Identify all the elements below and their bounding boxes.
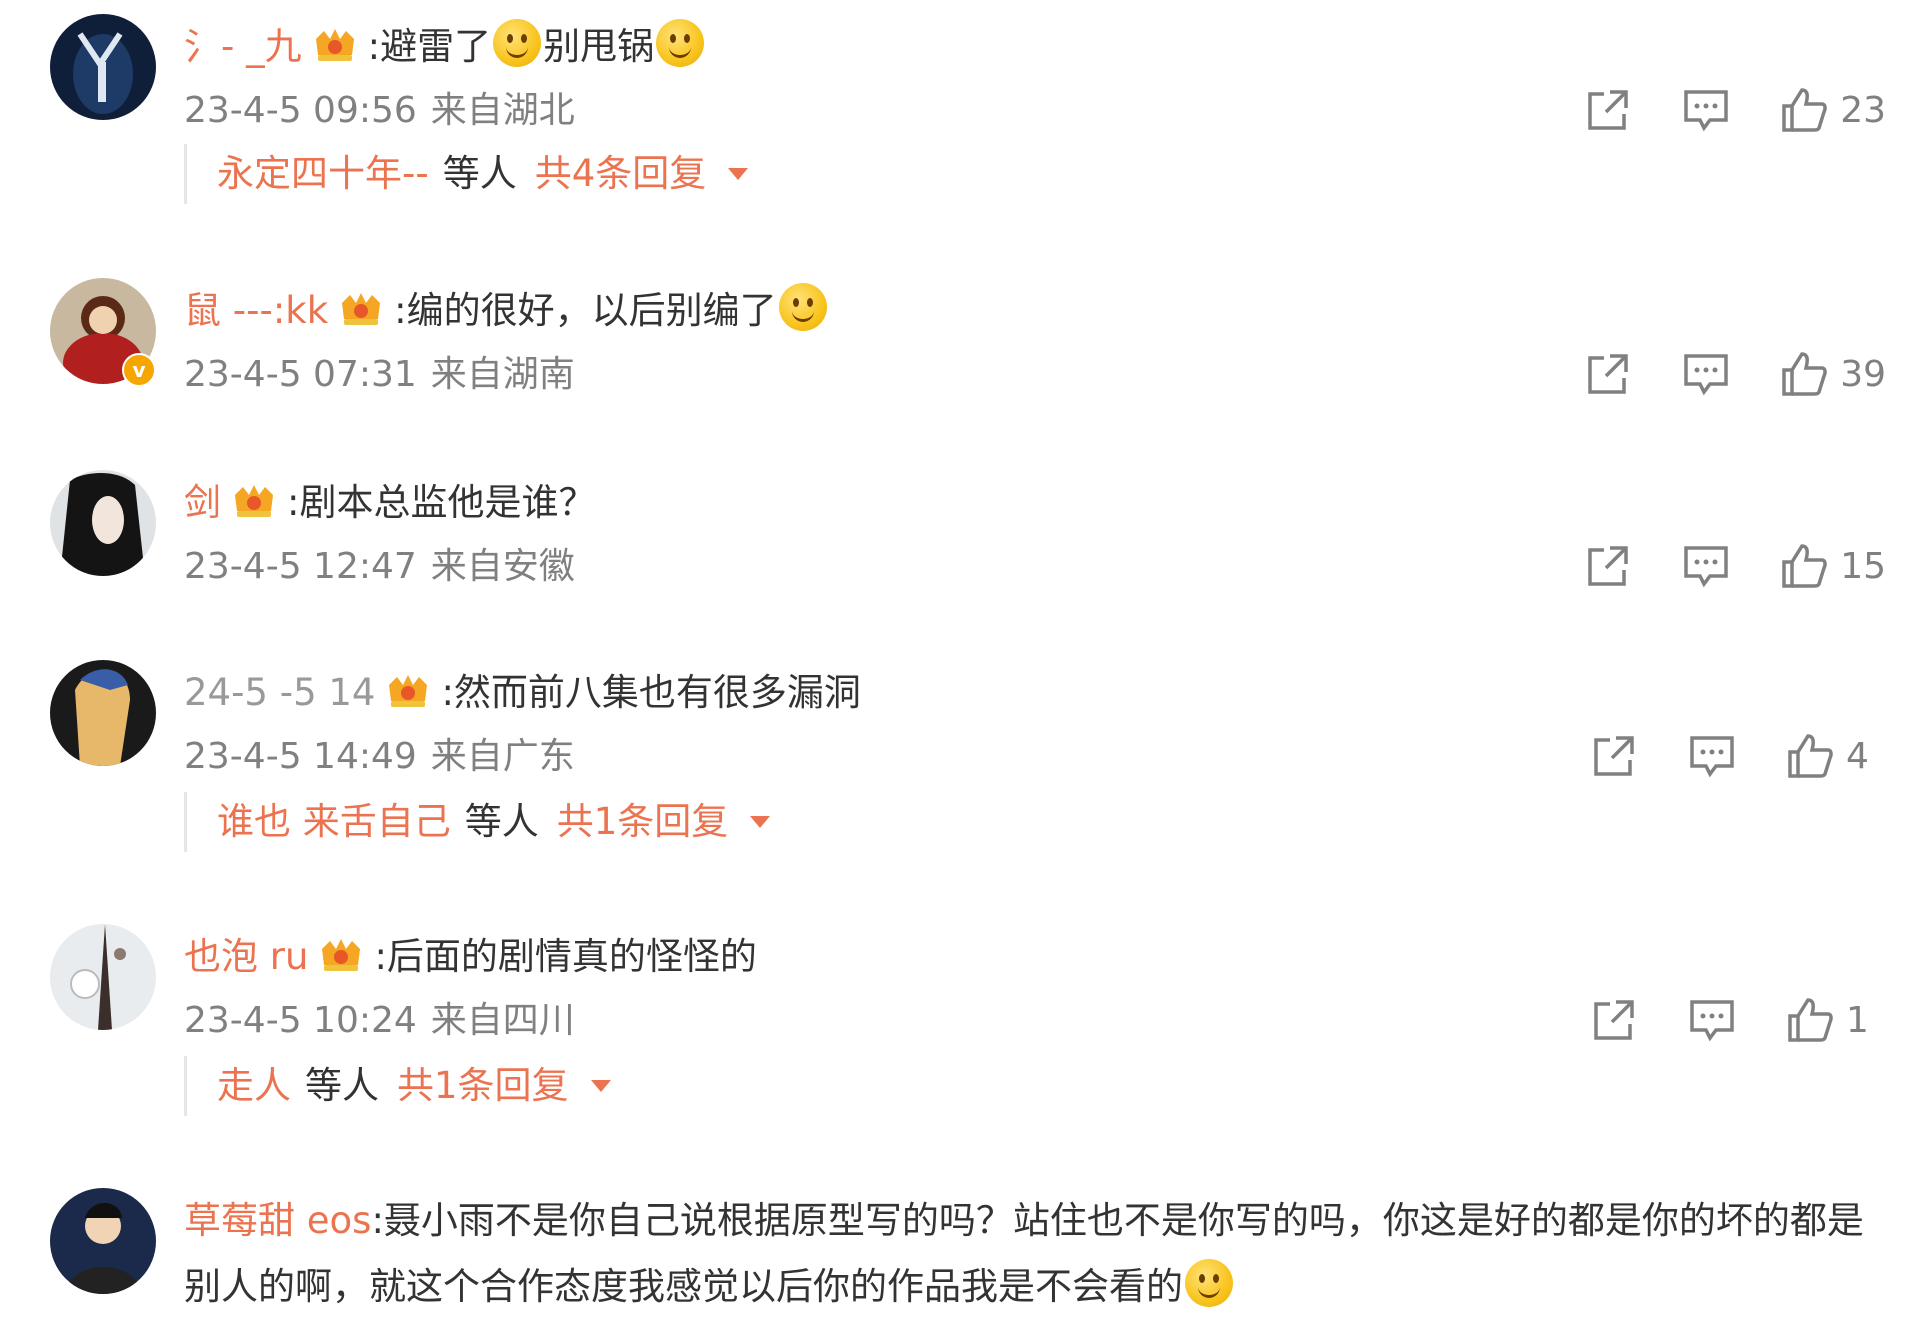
comment-icon[interactable] <box>1686 730 1738 782</box>
share-icon[interactable] <box>1588 994 1640 1046</box>
comment-actions: 15 <box>1582 538 1886 594</box>
username-link[interactable]: 也泡 ru <box>184 935 308 978</box>
username-link[interactable]: 剑 <box>184 481 221 524</box>
reply-etc-label: 等人 <box>305 1064 379 1107</box>
timestamp: 23-4-5 10:24 <box>184 1000 417 1041</box>
smile-emoji-icon <box>656 19 705 67</box>
reply-etc-label: 等人 <box>442 152 517 195</box>
reply-user-names[interactable]: 永定四十年-- <box>217 152 429 195</box>
reply-summary[interactable]: 走人 等人 共1条回复 <box>184 1056 611 1116</box>
thumbs-up-icon[interactable] <box>1784 730 1836 782</box>
crown-badge-icon <box>231 476 277 517</box>
comment-content: 剑 :剧本总监他是谁？ <box>184 470 1884 536</box>
timestamp: 23-4-5 09:56 <box>184 90 417 131</box>
thumbs-up-icon[interactable] <box>1778 348 1830 400</box>
thumbs-up-icon[interactable] <box>1778 540 1830 592</box>
like-count: 39 <box>1840 353 1886 395</box>
reply-total-link[interactable]: 共1条回复 <box>397 1064 569 1107</box>
timestamp: 23-4-5 07:31 <box>184 354 417 395</box>
reply-etc-label: 等人 <box>464 800 539 843</box>
comment-actions: 1 <box>1588 992 1886 1048</box>
reply-summary[interactable]: 谁也 来舌自己 等人 共1条回复 <box>184 792 771 852</box>
crown-badge-icon <box>312 20 358 61</box>
comment-meta: 23-4-5 12:47 来自安徽 <box>184 542 575 592</box>
comment-icon[interactable] <box>1680 348 1732 400</box>
comment-item: 草莓甜 eos:聂小雨不是你自己说根据原型写的吗？站住也不是你写的吗，你这是好的… <box>0 1188 1920 1326</box>
comment-content: 也泡 ru :后面的剧情真的怪怪的 <box>184 924 1884 990</box>
crown-badge-icon <box>385 666 431 707</box>
crown-badge-icon <box>338 284 384 325</box>
comment-item: 氵- _九 :避雷了 别甩锅 23-4-5 09:56 来自湖北 23 永定四十年--… <box>0 14 1920 224</box>
comment-meta: 23-4-5 10:24 来自四川 <box>184 996 575 1046</box>
location: 来自广东 <box>430 736 575 777</box>
comment-item: 剑 :剧本总监他是谁？ 23-4-5 12:47 来自安徽 15 <box>0 470 1920 620</box>
comment-text: :编的很好，以后别编了 <box>394 289 777 332</box>
comment-list: 氵- _九 :避雷了 别甩锅 23-4-5 09:56 来自湖北 23 永定四十年--… <box>0 0 1920 1326</box>
comment-icon[interactable] <box>1680 84 1732 136</box>
timestamp: 23-4-5 12:47 <box>184 546 417 587</box>
chevron-down-icon[interactable] <box>750 816 771 828</box>
comment-actions: 4 <box>1588 728 1886 784</box>
comment-icon[interactable] <box>1686 994 1738 1046</box>
comment-meta: 23-4-5 09:56 来自湖北 <box>184 86 575 136</box>
thumbs-up-icon[interactable] <box>1778 84 1830 136</box>
reply-user-names[interactable]: 谁也 来舌自己 <box>217 800 451 843</box>
username-link[interactable]: 24-5 -5 14 <box>184 671 375 714</box>
reply-total-link[interactable]: 共4条回复 <box>535 152 707 195</box>
comment-content: 鼠 ---:kk :编的很好，以后别编了 <box>184 278 1884 344</box>
comment-content: 氵- _九 :避雷了 别甩锅 <box>184 14 1884 80</box>
comment-item: 24-5 -5 14:然而前八集也有很多漏洞 23-4-5 14:49 来自广东 … <box>0 660 1920 880</box>
comment-text: :避雷了 <box>367 25 492 68</box>
avatar[interactable] <box>50 924 156 1030</box>
comment-item: v 鼠 ---:kk :编的很好，以后别编了 23-4-5 07:31 来自湖南 3… <box>0 278 1920 428</box>
verified-badge-icon: v <box>122 353 156 387</box>
comment-content: 24-5 -5 14 :然而前八集也有很多漏洞 <box>184 660 1884 726</box>
avatar[interactable] <box>50 660 156 766</box>
reply-total-link[interactable]: 共1条回复 <box>557 800 729 843</box>
username-link[interactable]: 氵- _九 <box>184 25 302 68</box>
comment-text: :剧本总监他是谁？ <box>287 481 596 524</box>
avatar[interactable] <box>50 470 156 576</box>
comment-content: 草莓甜 eos:聂小雨不是你自己说根据原型写的吗？站住也不是你写的吗，你这是好的… <box>184 1188 1900 1320</box>
laugh-emoji-icon <box>1185 1259 1233 1307</box>
comment-text: :聂小雨不是你自己说根据原型写的吗？站住也不是你写的吗，你这是好的都是你的坏的都… <box>184 1199 1864 1308</box>
avatar[interactable] <box>50 14 156 120</box>
location: 来自湖北 <box>430 90 575 131</box>
smile-emoji-icon <box>493 19 542 67</box>
thumbs-up-icon[interactable] <box>1784 994 1836 1046</box>
reply-summary[interactable]: 永定四十年-- 等人 共4条回复 <box>184 144 749 204</box>
share-icon[interactable] <box>1588 730 1640 782</box>
share-icon[interactable] <box>1582 540 1634 592</box>
location: 来自安徽 <box>430 546 575 587</box>
share-icon[interactable] <box>1582 84 1634 136</box>
like-count: 1 <box>1846 999 1869 1041</box>
like-count: 4 <box>1846 735 1869 777</box>
location: 来自四川 <box>430 1000 575 1041</box>
reply-user-names[interactable]: 走人 <box>217 1064 291 1107</box>
comment-actions: 23 <box>1582 82 1886 138</box>
crown-badge-icon <box>318 930 364 971</box>
comment-icon[interactable] <box>1680 540 1732 592</box>
like-count: 23 <box>1840 89 1886 131</box>
share-icon[interactable] <box>1582 348 1634 400</box>
comment-actions: 39 <box>1582 346 1886 402</box>
comment-text: 别甩锅 <box>543 25 655 68</box>
chevron-down-icon[interactable] <box>728 168 749 180</box>
comment-meta: 23-4-5 07:31 来自湖南 <box>184 350 575 400</box>
like-count: 15 <box>1840 545 1886 587</box>
timestamp: 23-4-5 14:49 <box>184 736 417 777</box>
avatar[interactable] <box>50 1188 156 1294</box>
smile-emoji-icon <box>778 283 827 331</box>
comment-text: :然而前八集也有很多漏洞 <box>441 671 861 714</box>
location: 来自湖南 <box>430 354 575 395</box>
comment-item: 也泡 ru :后面的剧情真的怪怪的 23-4-5 10:24 来自四川 1 走人 等人… <box>0 924 1920 1144</box>
chevron-down-icon[interactable] <box>590 1080 611 1092</box>
comment-meta: 23-4-5 14:49 来自广东 <box>184 732 575 782</box>
username-link[interactable]: 鼠 ---:kk <box>184 289 328 332</box>
username-link[interactable]: 草莓甜 eos <box>184 1199 371 1242</box>
comment-text: :后面的剧情真的怪怪的 <box>374 935 757 978</box>
